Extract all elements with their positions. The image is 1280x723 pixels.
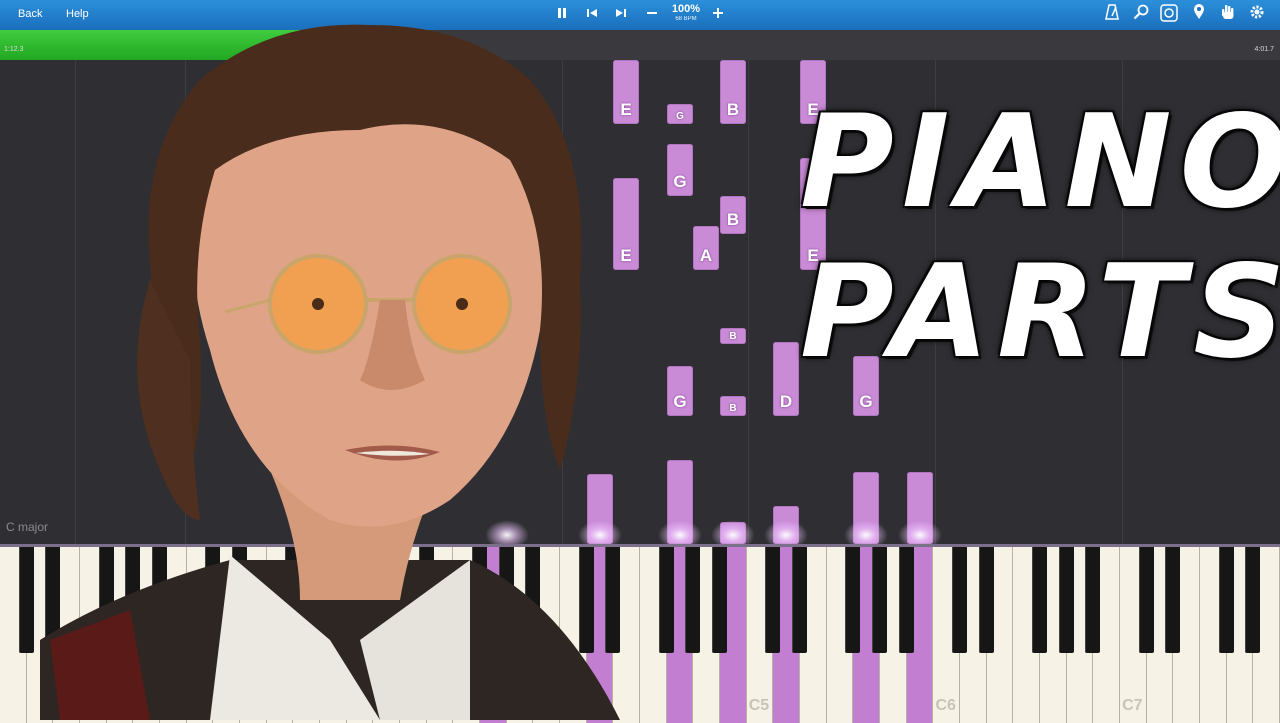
- hand-icon[interactable]: [1217, 4, 1239, 26]
- grid-line: [562, 60, 563, 544]
- speed-readout: 100% 68 BPM: [668, 3, 704, 23]
- speed-percent: 100%: [671, 3, 701, 15]
- grid-line: [748, 60, 749, 544]
- note: E: [613, 60, 639, 124]
- note-label: E: [620, 246, 632, 265]
- black-key[interactable]: [232, 547, 248, 653]
- note-label: A: [699, 246, 713, 265]
- black-key[interactable]: [712, 547, 728, 653]
- note: G: [667, 144, 693, 196]
- location-pin-icon[interactable]: [1188, 4, 1210, 26]
- black-key[interactable]: [605, 547, 621, 653]
- black-key[interactable]: [98, 547, 114, 653]
- skip-forward-icon[interactable]: [610, 4, 632, 26]
- plus-icon[interactable]: [707, 4, 729, 26]
- note: B: [720, 60, 746, 124]
- key-glow: [578, 520, 622, 544]
- back-button[interactable]: Back: [18, 8, 42, 20]
- octave-label: C6: [935, 697, 956, 714]
- key-glow: [711, 520, 755, 544]
- key-glow: [844, 520, 888, 544]
- note: B: [720, 196, 746, 234]
- note: A: [693, 226, 719, 270]
- piano-keyboard[interactable]: C5 C6 C7: [0, 544, 1280, 723]
- song-progress-bar[interactable]: 1:12.3 4:01.7: [0, 30, 1280, 60]
- key-glow: [898, 520, 942, 544]
- black-key[interactable]: [845, 547, 861, 653]
- black-key[interactable]: [312, 547, 328, 653]
- black-key[interactable]: [658, 547, 674, 653]
- black-key[interactable]: [1218, 547, 1234, 653]
- black-key[interactable]: [18, 547, 34, 653]
- grid-line: [374, 60, 375, 544]
- pause-icon[interactable]: [551, 4, 573, 26]
- note-label: G: [673, 172, 687, 191]
- key-signature: C major: [6, 520, 49, 534]
- black-key[interactable]: [152, 547, 168, 653]
- minus-icon[interactable]: [641, 4, 663, 26]
- note: B: [720, 328, 746, 344]
- black-key[interactable]: [285, 547, 301, 653]
- note-label: G: [859, 392, 873, 411]
- video-title: PIANO PARTS: [800, 88, 1280, 388]
- title-line-2: PARTS: [800, 238, 1280, 387]
- grid-line: [75, 60, 76, 544]
- octave-label: C7: [1122, 697, 1143, 714]
- black-key[interactable]: [685, 547, 701, 653]
- visual-settings-icon[interactable]: [1158, 4, 1180, 26]
- black-key[interactable]: [1165, 547, 1181, 653]
- black-key[interactable]: [1085, 547, 1101, 653]
- black-key[interactable]: [498, 547, 514, 653]
- key-glow: [764, 520, 808, 544]
- title-line-1: PIANO: [800, 88, 1280, 237]
- black-key[interactable]: [1138, 547, 1154, 653]
- key-glow: [658, 520, 702, 544]
- black-key[interactable]: [978, 547, 994, 653]
- black-key[interactable]: [898, 547, 914, 653]
- black-key[interactable]: [392, 547, 408, 653]
- black-key[interactable]: [952, 547, 968, 653]
- elapsed-time: 1:12.3: [4, 46, 24, 53]
- octave-label: C5: [748, 697, 770, 714]
- note: B: [720, 396, 746, 416]
- note-label: E: [620, 100, 632, 119]
- top-toolbar: Back Help 100% 68 BPM: [0, 0, 1280, 30]
- black-key[interactable]: [1245, 547, 1261, 653]
- black-key[interactable]: [125, 547, 141, 653]
- note: E: [613, 178, 639, 270]
- grid-line: [185, 60, 186, 544]
- black-key[interactable]: [578, 547, 594, 653]
- note: G: [667, 366, 693, 416]
- black-key[interactable]: [205, 547, 221, 653]
- note: G: [667, 104, 693, 124]
- gear-icon[interactable]: [1246, 4, 1268, 26]
- note-label: B: [729, 331, 737, 342]
- note-label: G: [673, 392, 687, 411]
- note-label: G: [676, 111, 684, 122]
- key-glow: [485, 520, 529, 544]
- black-key[interactable]: [525, 547, 541, 653]
- black-key[interactable]: [1058, 547, 1074, 653]
- black-key[interactable]: [1032, 547, 1048, 653]
- black-key[interactable]: [472, 547, 488, 653]
- note-label: B: [729, 403, 737, 414]
- skip-back-icon[interactable]: [581, 4, 603, 26]
- note: D: [773, 342, 799, 416]
- help-button[interactable]: Help: [66, 8, 89, 20]
- black-key[interactable]: [872, 547, 888, 653]
- total-time: 4:01.7: [1254, 46, 1274, 53]
- progress-fill: [0, 30, 397, 60]
- black-key[interactable]: [765, 547, 781, 653]
- black-key[interactable]: [792, 547, 808, 653]
- zoom-icon[interactable]: [1130, 4, 1152, 26]
- black-key[interactable]: [418, 547, 434, 653]
- note-label: B: [726, 210, 740, 229]
- metronome-icon[interactable]: [1101, 4, 1123, 26]
- black-key[interactable]: [338, 547, 354, 653]
- note-label: D: [779, 392, 793, 411]
- speed-bpm: 68 BPM: [675, 16, 697, 22]
- black-key[interactable]: [45, 547, 61, 653]
- note-label: B: [726, 100, 740, 119]
